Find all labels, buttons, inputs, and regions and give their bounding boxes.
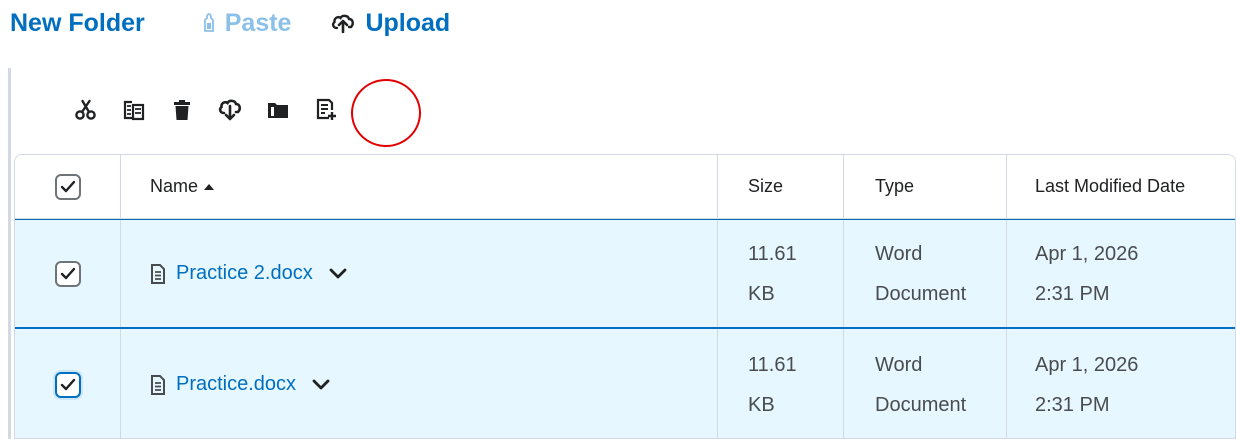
column-header-modified[interactable]: Last Modified Date xyxy=(1007,155,1235,218)
file-name-cell: Practice.docx xyxy=(121,329,718,438)
file-time: 2:31 PM xyxy=(1035,393,1110,416)
file-link[interactable]: Practice.docx xyxy=(150,373,296,396)
download-button[interactable] xyxy=(206,90,254,130)
file-type-cell: Word Document xyxy=(844,329,1007,438)
header-check-cell xyxy=(15,155,121,218)
add-to-document-icon xyxy=(315,98,337,122)
file-size-unit: KB xyxy=(748,393,775,416)
left-divider xyxy=(8,68,11,439)
column-header-size[interactable]: Size xyxy=(718,155,844,218)
row-checkbox[interactable] xyxy=(54,371,81,398)
file-name: Practice 2.docx xyxy=(176,262,313,284)
file-type-line2: Document xyxy=(875,282,967,305)
paste-button[interactable]: Paste xyxy=(203,8,292,38)
row-check-cell xyxy=(15,329,121,438)
chevron-down-icon[interactable] xyxy=(329,268,347,280)
document-icon xyxy=(150,374,166,395)
column-header-type[interactable]: Type xyxy=(844,155,1007,218)
trash-icon xyxy=(172,99,192,121)
select-all-checkbox[interactable] xyxy=(54,173,81,200)
paste-icon xyxy=(203,13,215,33)
file-size-unit: KB xyxy=(748,282,775,305)
copy-icon xyxy=(123,99,145,121)
files-table: Name Size Type Last Modified Date Practi… xyxy=(14,154,1236,439)
file-date-cell: Apr 1, 2026 2:31 PM xyxy=(1007,220,1235,327)
file-date: Apr 1, 2026 xyxy=(1035,242,1139,265)
new-folder-button[interactable]: New Folder xyxy=(10,9,145,38)
cloud-upload-icon xyxy=(331,13,355,33)
copy-button[interactable] xyxy=(110,90,158,130)
column-header-name-label: Name xyxy=(150,176,199,196)
file-type-cell: Word Document xyxy=(844,220,1007,327)
table-header: Name Size Type Last Modified Date xyxy=(15,155,1235,219)
file-type-line1: Word xyxy=(875,242,923,265)
add-to-document-button[interactable] xyxy=(302,90,350,130)
file-size-value: 11.61 xyxy=(748,353,797,376)
upload-button[interactable]: Upload xyxy=(331,9,450,38)
cut-button[interactable] xyxy=(62,90,110,130)
row-checkbox[interactable] xyxy=(54,260,81,287)
move-button[interactable] xyxy=(254,90,302,130)
upload-label: Upload xyxy=(365,8,451,37)
chevron-down-icon[interactable] xyxy=(312,379,330,391)
file-name-cell: Practice 2.docx xyxy=(121,220,718,327)
column-header-type-label: Type xyxy=(875,176,915,196)
file-size-value: 11.61 xyxy=(748,242,797,265)
sort-ascending-icon xyxy=(203,183,215,191)
highlight-circle xyxy=(351,79,421,147)
move-folder-icon xyxy=(267,100,289,120)
delete-button[interactable] xyxy=(158,90,206,130)
file-type-line1: Word xyxy=(875,353,923,376)
file-date: Apr 1, 2026 xyxy=(1035,353,1139,376)
file-size-cell: 11.61 KB xyxy=(718,329,844,438)
file-date-cell: Apr 1, 2026 2:31 PM xyxy=(1007,329,1235,438)
top-action-bar: New Folder Paste Upload xyxy=(10,6,450,40)
row-check-cell xyxy=(15,220,121,327)
document-icon xyxy=(150,263,166,284)
file-type-line2: Document xyxy=(875,393,967,416)
file-time: 2:31 PM xyxy=(1035,282,1110,305)
column-header-name[interactable]: Name xyxy=(121,155,718,218)
table-row: Practice 2.docx 11.61 KB Word Document A… xyxy=(15,219,1235,329)
file-size-cell: 11.61 KB xyxy=(718,220,844,327)
table-row: Practice.docx 11.61 KB Word Document Apr… xyxy=(15,329,1235,438)
column-header-size-label: Size xyxy=(748,176,784,196)
file-link[interactable]: Practice 2.docx xyxy=(150,262,313,285)
column-header-modified-label: Last Modified Date xyxy=(1035,176,1186,196)
file-toolbar xyxy=(62,90,350,130)
file-name: Practice.docx xyxy=(176,373,297,395)
scissors-icon xyxy=(75,99,97,121)
new-folder-label: New Folder xyxy=(10,8,145,37)
paste-label: Paste xyxy=(224,8,292,37)
download-icon xyxy=(218,99,242,121)
